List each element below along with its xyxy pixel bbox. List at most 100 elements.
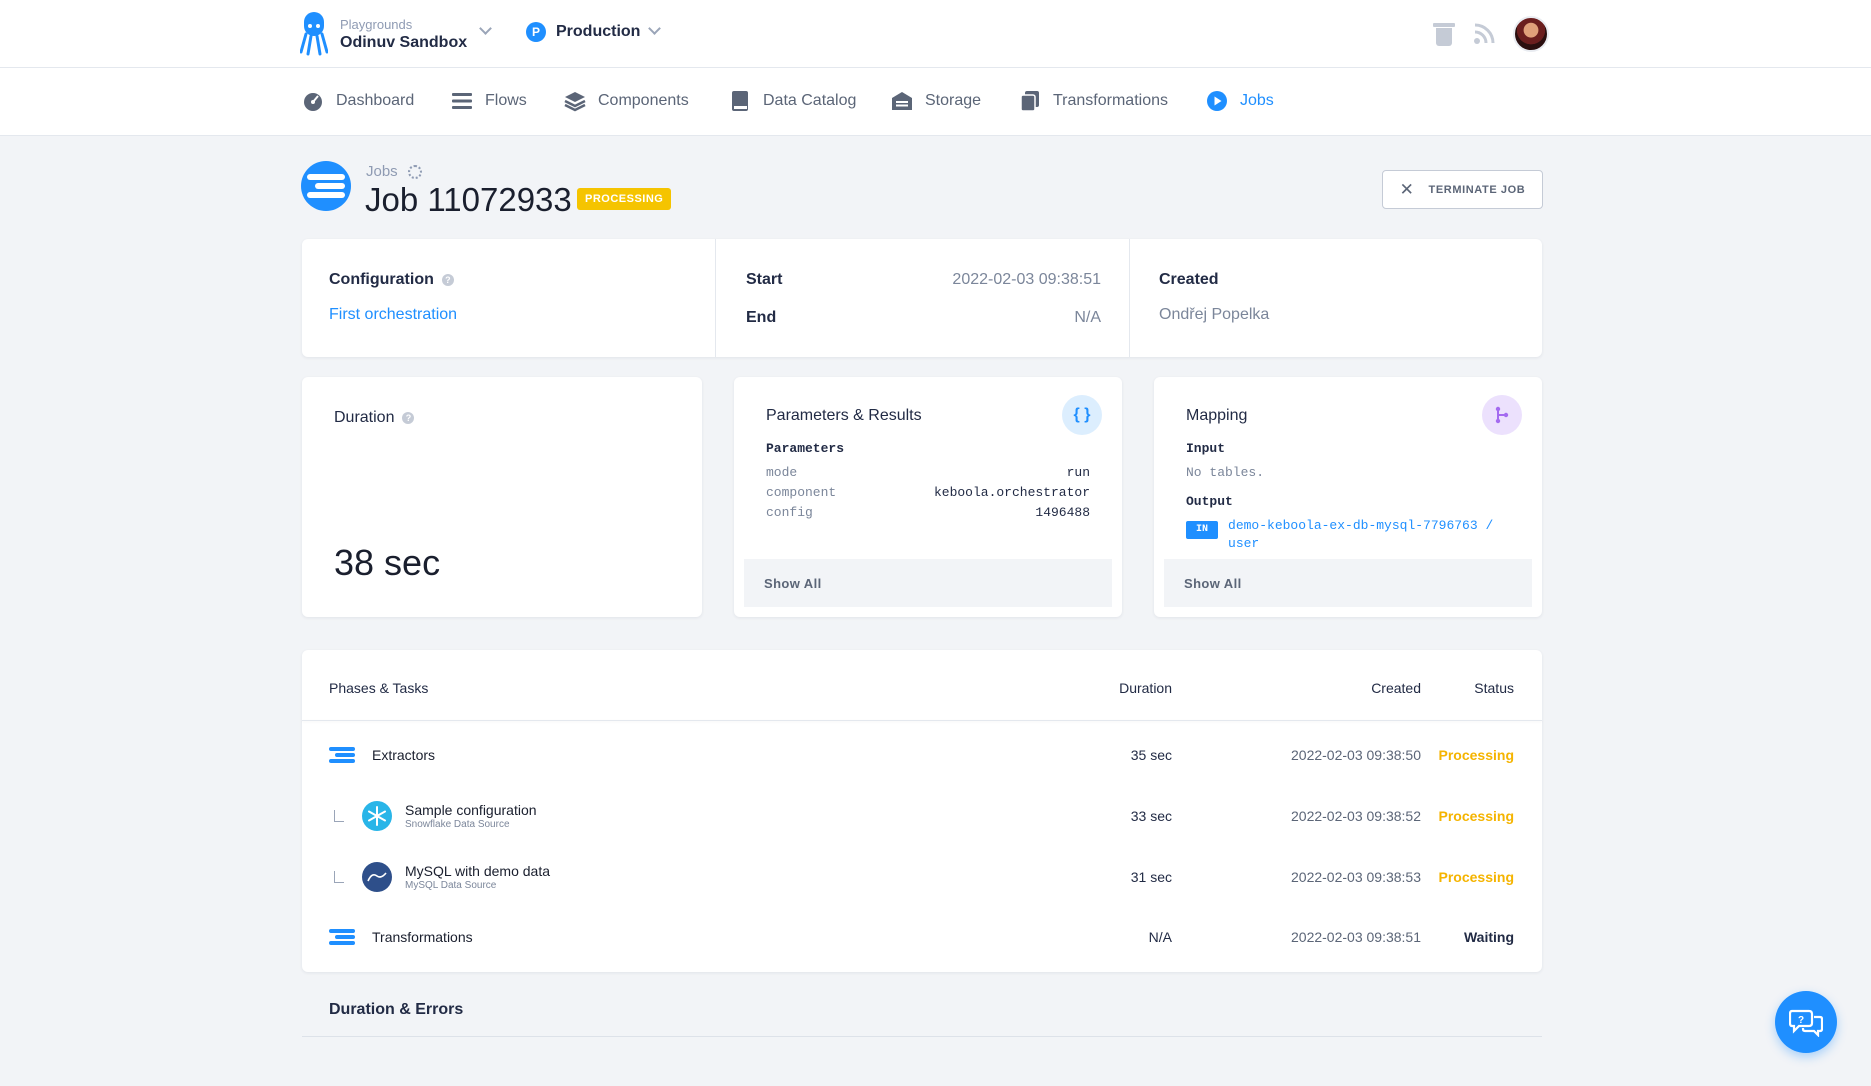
column-header-duration: Duration bbox=[1119, 680, 1172, 696]
breadcrumb-jobs-link[interactable]: Jobs bbox=[366, 163, 398, 180]
duration-label: Duration bbox=[334, 409, 395, 426]
column-header-phases-tasks: Phases & Tasks bbox=[329, 680, 429, 696]
column-header-created: Created bbox=[1371, 680, 1421, 696]
in-badge: IN bbox=[1186, 521, 1219, 539]
row-status: Processing bbox=[1438, 747, 1514, 763]
task-name[interactable]: MySQL with demo data bbox=[405, 863, 550, 879]
parameter-key: component bbox=[766, 485, 837, 500]
play-circle-icon bbox=[1207, 91, 1227, 111]
mapping-output-label: Output bbox=[1186, 494, 1233, 509]
chevron-down-icon[interactable] bbox=[479, 22, 492, 35]
nav-dashboard-label: Dashboard bbox=[336, 92, 415, 109]
flows-icon bbox=[452, 93, 472, 109]
phase-name: Transformations bbox=[372, 929, 473, 945]
table-row[interactable]: Transformations N/A 2022-02-03 09:38:51 … bbox=[302, 907, 1542, 967]
configuration-link[interactable]: First orchestration bbox=[329, 306, 457, 324]
row-created: 2022-02-03 09:38:52 bbox=[1291, 808, 1421, 824]
row-duration: 33 sec bbox=[1130, 808, 1172, 824]
mapping-output-item: IN demo-keboola-ex-db-mysql-7796763 / us… bbox=[1186, 517, 1506, 547]
parameters-results-title: Parameters & Results bbox=[766, 407, 922, 424]
help-icon[interactable]: ? bbox=[441, 273, 454, 286]
main-navigation: Dashboard Flows Components Data Catalog … bbox=[0, 68, 1871, 136]
configuration-label: Configuration bbox=[329, 271, 434, 288]
phase-icon bbox=[329, 927, 357, 947]
mapping-show-all-button[interactable]: Show All bbox=[1164, 559, 1532, 607]
table-row[interactable]: Extractors 35 sec 2022-02-03 09:38:50 Pr… bbox=[302, 725, 1542, 785]
created-label: Created bbox=[1159, 271, 1219, 288]
parameter-value: 1496488 bbox=[1035, 505, 1090, 520]
nav-storage-label: Storage bbox=[925, 92, 982, 109]
orchestrator-icon bbox=[301, 161, 351, 211]
parameter-row: component keboola.orchestrator bbox=[766, 485, 1090, 505]
support-chat-button[interactable]: ? bbox=[1775, 991, 1837, 1053]
phase-name: Extractors bbox=[372, 747, 436, 763]
tree-branch-icon bbox=[334, 810, 344, 822]
top-bar: Playgrounds Odinuv Sandbox P Production bbox=[0, 0, 1871, 68]
row-duration: N/A bbox=[1148, 929, 1172, 945]
snowflake-icon bbox=[362, 801, 392, 831]
duration-card: Duration? 38 sec bbox=[302, 377, 702, 617]
book-icon bbox=[732, 91, 748, 111]
parameter-value: run bbox=[1066, 465, 1090, 480]
end-value: N/A bbox=[1074, 309, 1101, 326]
nav-transformations[interactable]: Transformations bbox=[1019, 90, 1168, 112]
row-duration: 31 sec bbox=[1130, 869, 1172, 885]
mysql-icon bbox=[362, 862, 392, 892]
phases-tasks-table: Phases & Tasks Duration Created Status E… bbox=[302, 650, 1542, 972]
table-header-divider bbox=[302, 720, 1542, 721]
row-status: Waiting bbox=[1463, 929, 1514, 945]
column-header-status: Status bbox=[1474, 680, 1514, 696]
parameters-section-label: Parameters bbox=[766, 441, 845, 456]
code-braces-icon[interactable]: { } bbox=[1062, 395, 1102, 435]
nav-dashboard[interactable]: Dashboard bbox=[302, 90, 414, 112]
tree-branch-icon bbox=[334, 871, 344, 883]
mapping-input-label: Input bbox=[1186, 441, 1226, 456]
duration-value: 38 sec bbox=[334, 542, 441, 583]
row-status: Processing bbox=[1438, 808, 1514, 824]
project-group-label: Playgrounds bbox=[340, 16, 413, 32]
parameters-show-all-button[interactable]: Show All bbox=[744, 559, 1112, 607]
mapping-input-value: No tables. bbox=[1186, 465, 1265, 480]
chat-help-icon: ? bbox=[1789, 1009, 1823, 1037]
layers-icon bbox=[564, 92, 586, 112]
nav-jobs[interactable]: Jobs bbox=[1206, 90, 1274, 112]
row-duration: 35 sec bbox=[1130, 747, 1172, 763]
created-value: Ondřej Popelka bbox=[1159, 306, 1270, 323]
table-row[interactable]: MySQL with demo data MySQL Data Source 3… bbox=[302, 847, 1542, 907]
page-title: Job 11072933 bbox=[365, 181, 572, 218]
close-icon: ✕ bbox=[1399, 179, 1415, 199]
parameters-results-card: Parameters & Results { } Parameters mode… bbox=[734, 377, 1122, 617]
nav-components-label: Components bbox=[598, 92, 689, 109]
mapping-output-link[interactable]: demo-keboola-ex-db-mysql-7796763 / user bbox=[1228, 517, 1498, 547]
task-name[interactable]: Sample configuration bbox=[405, 802, 537, 818]
nav-jobs-label: Jobs bbox=[1240, 92, 1274, 109]
chevron-down-icon[interactable] bbox=[648, 22, 661, 35]
dashboard-gauge-icon bbox=[304, 93, 322, 111]
task-component: Snowflake Data Source bbox=[405, 819, 510, 830]
parameter-key: mode bbox=[766, 465, 798, 480]
help-icon[interactable]: ? bbox=[402, 411, 415, 424]
nav-components[interactable]: Components bbox=[564, 90, 689, 112]
trash-icon[interactable] bbox=[1433, 21, 1455, 47]
branch-fork-icon[interactable] bbox=[1482, 395, 1522, 435]
branch-switcher[interactable]: P Production bbox=[526, 22, 640, 42]
nav-data-catalog[interactable]: Data Catalog bbox=[729, 90, 856, 112]
nav-flows[interactable]: Flows bbox=[451, 90, 527, 112]
production-branch-icon: P bbox=[526, 22, 546, 42]
section-divider bbox=[302, 1036, 1542, 1037]
rss-feed-icon[interactable] bbox=[1473, 23, 1495, 45]
terminate-job-button[interactable]: ✕ TERMINATE JOB bbox=[1382, 170, 1543, 209]
loading-spinner-icon bbox=[407, 164, 422, 179]
project-switcher[interactable]: Playgrounds Odinuv Sandbox bbox=[300, 12, 467, 56]
user-avatar[interactable] bbox=[1513, 16, 1549, 52]
breadcrumb: Jobs bbox=[366, 163, 422, 180]
task-component: MySQL Data Source bbox=[405, 880, 497, 891]
keboola-logo-icon bbox=[300, 12, 328, 56]
row-created: 2022-02-03 09:38:51 bbox=[1291, 929, 1421, 945]
warehouse-icon bbox=[892, 92, 912, 110]
phase-icon bbox=[329, 745, 357, 765]
duration-errors-title: Duration & Errors bbox=[329, 1001, 464, 1018]
nav-data-catalog-label: Data Catalog bbox=[763, 92, 857, 109]
nav-storage[interactable]: Storage bbox=[891, 90, 981, 112]
table-row[interactable]: Sample configuration Snowflake Data Sour… bbox=[302, 786, 1542, 846]
